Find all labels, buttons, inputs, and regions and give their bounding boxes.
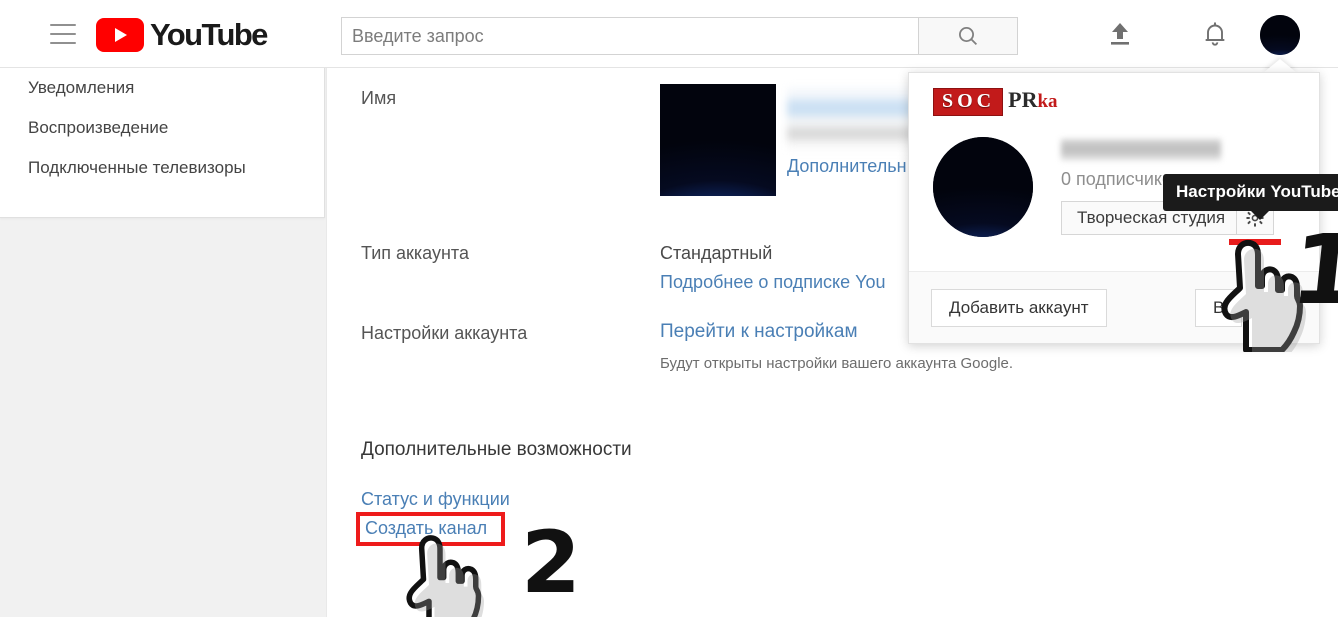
- extra-features-heading: Дополнительные возможности: [361, 439, 632, 460]
- name-row-label: Имя: [361, 88, 397, 108]
- watermark-ka-text: ka: [1037, 91, 1058, 112]
- bell-icon: [1205, 22, 1225, 46]
- sidebar-item-notifications[interactable]: Уведомления: [0, 68, 324, 108]
- watermark-soc-text: SOC: [933, 88, 1004, 116]
- hamburger-menu-icon[interactable]: [50, 24, 76, 44]
- upload-icon: [1111, 23, 1129, 45]
- premium-info-link[interactable]: Подробнее о подписке You: [660, 272, 886, 293]
- account-type-label: Тип аккаунта: [361, 243, 469, 263]
- search-button[interactable]: [918, 17, 1018, 55]
- step-number-one: 1: [1286, 214, 1338, 326]
- youtube-settings-page: YouTube Введите запрос Уведомления Воспр…: [0, 0, 1338, 617]
- panel-channel-name-blurred: [1061, 139, 1221, 161]
- search-icon: [959, 27, 978, 46]
- search-input[interactable]: [341, 17, 918, 55]
- status-and-features-link[interactable]: Статус и функции: [361, 489, 510, 510]
- upload-button[interactable]: [1105, 19, 1135, 54]
- sidebar-item-playback[interactable]: Воспроизведение: [0, 108, 324, 148]
- sidebar-item-connected-tvs[interactable]: Подключенные телевизоры: [0, 148, 324, 188]
- account-panel-caret: [1263, 59, 1297, 73]
- go-to-settings-link[interactable]: Перейти к настройкам: [660, 321, 858, 343]
- hand-pointer-cursor-two: [392, 528, 488, 617]
- account-settings-note: Будут открыты настройки вашего аккаунта …: [660, 355, 1014, 372]
- top-header-bar: YouTube: [0, 0, 1338, 68]
- add-account-button[interactable]: Добавить аккаунт: [931, 289, 1107, 327]
- profile-picture-image: [660, 84, 776, 196]
- panel-avatar-image: [933, 137, 1033, 237]
- avatar-image: [1260, 15, 1300, 55]
- profile-picture[interactable]: [660, 84, 776, 196]
- account-settings-label: Настройки аккаунта: [361, 323, 528, 343]
- panel-avatar[interactable]: [933, 137, 1033, 237]
- socprka-watermark: SOC PR ka: [933, 87, 1058, 116]
- settings-sidebar: Уведомления Воспроизведение Подключенные…: [0, 68, 325, 218]
- search-bar: [341, 17, 1018, 55]
- account-type-value: Стандартный: [660, 243, 773, 263]
- notifications-button[interactable]: [1200, 19, 1230, 54]
- subscriber-count: 0 подписчико: [1061, 169, 1172, 189]
- avatar[interactable]: [1260, 15, 1300, 55]
- step-number-two: 2: [521, 513, 581, 613]
- youtube-logo[interactable]: YouTube: [96, 17, 268, 53]
- youtube-wordmark: YouTube: [150, 17, 268, 52]
- watermark-pr-text: PR: [1008, 87, 1038, 112]
- name-more-link[interactable]: Дополнительн: [787, 156, 907, 177]
- settings-tooltip: Настройки YouTube: [1163, 174, 1338, 220]
- youtube-play-icon: [96, 18, 144, 52]
